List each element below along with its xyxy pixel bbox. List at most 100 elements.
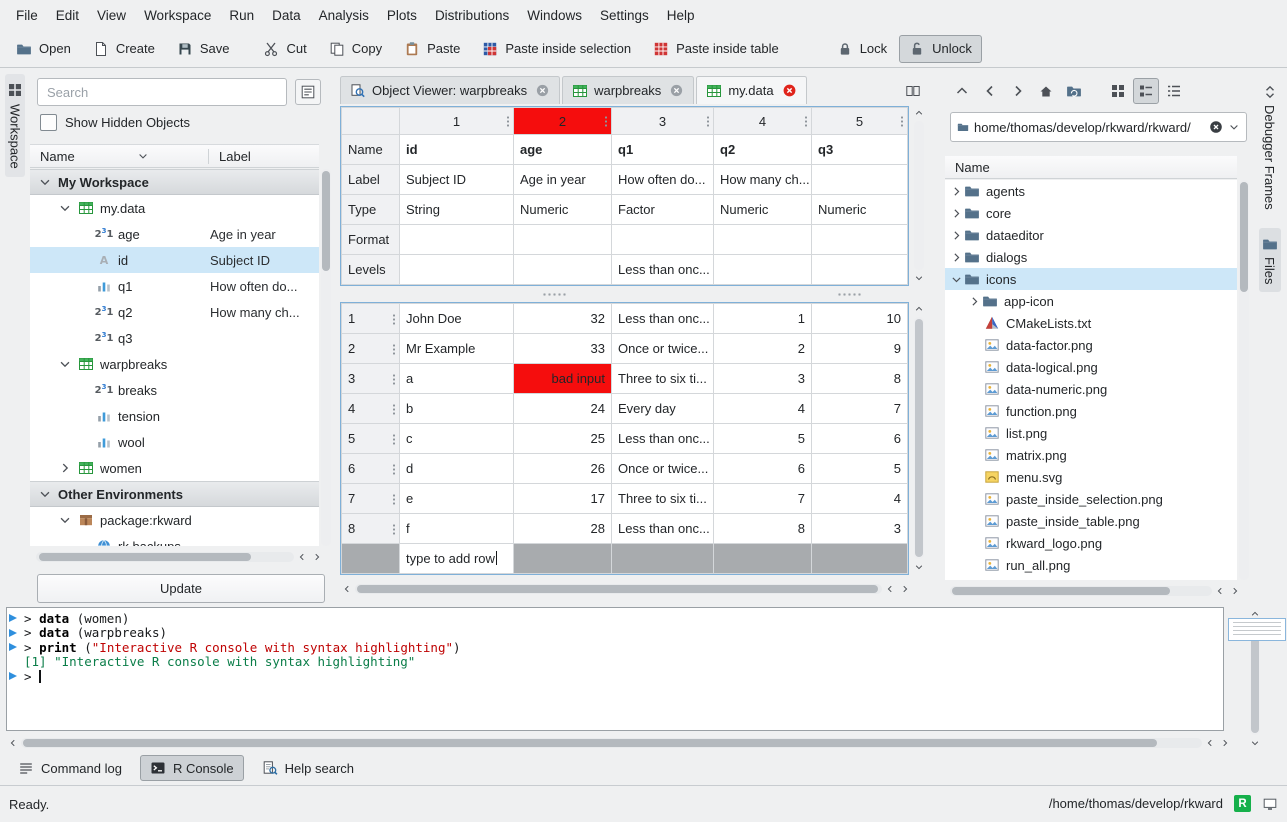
meta-cell[interactable] <box>812 165 908 195</box>
metadata-vscrollbar[interactable] <box>912 106 926 285</box>
console-line[interactable]: > <box>9 669 1221 684</box>
files-hscrollbar[interactable] <box>950 584 1242 598</box>
data-cell[interactable]: Less than onc... <box>612 514 714 544</box>
workspace-item-q3[interactable]: 231q3 <box>30 325 319 351</box>
column-header-3[interactable]: 3 <box>612 108 714 135</box>
copy-button[interactable]: Copy <box>319 35 392 63</box>
scroll-left-button[interactable] <box>1203 736 1217 750</box>
workspace-item-wool[interactable]: wool <box>30 429 319 455</box>
create-button[interactable]: Create <box>83 35 165 63</box>
show-hidden-checkbox[interactable] <box>40 114 57 131</box>
chevron-down-icon[interactable] <box>38 487 52 501</box>
workspace-item-breaks[interactable]: 231breaks <box>30 377 319 403</box>
data-cell[interactable]: 33 <box>514 334 612 364</box>
scroll-right-button[interactable] <box>310 550 324 564</box>
meta-cell[interactable] <box>812 255 908 285</box>
clear-path-icon[interactable] <box>1209 120 1223 134</box>
column-grip-icon[interactable] <box>706 116 710 127</box>
data-cell[interactable]: 4 <box>714 394 812 424</box>
data-cell[interactable]: f <box>400 514 514 544</box>
meta-cell[interactable]: q3 <box>812 135 908 165</box>
row-grip-icon[interactable] <box>392 313 396 324</box>
help-search-button[interactable]: Help search <box>252 755 364 781</box>
data-cell[interactable]: Less than onc... <box>612 304 714 334</box>
workspace-section-my-workspace[interactable]: My Workspace <box>30 169 319 195</box>
data-cell[interactable]: Less than onc... <box>612 424 714 454</box>
workspace-item-q1[interactable]: q1How often do... <box>30 273 319 299</box>
row-header-5[interactable]: 5 <box>342 424 400 454</box>
console-line[interactable]: > data (women) <box>9 611 1221 626</box>
file-item-agents[interactable]: agents <box>945 180 1237 202</box>
file-item-menu-svg[interactable]: menu.svg <box>945 466 1237 488</box>
scroll-left-button[interactable] <box>6 736 20 750</box>
column-header-1[interactable]: 1 <box>400 108 514 135</box>
data-cell[interactable]: c <box>400 424 514 454</box>
row-header-4[interactable]: 4 <box>342 394 400 424</box>
meta-cell[interactable]: Age in year <box>514 165 612 195</box>
data-cell[interactable]: d <box>400 454 514 484</box>
meta-cell[interactable]: Numeric <box>714 195 812 225</box>
meta-cell[interactable]: String <box>400 195 514 225</box>
collapse-button[interactable] <box>949 78 975 104</box>
workspace-item-q2[interactable]: 231q2How many ch... <box>30 299 319 325</box>
splitter-handle[interactable] <box>542 292 568 297</box>
column-grip-icon[interactable] <box>506 116 510 127</box>
data-cell[interactable]: Once or twice... <box>612 334 714 364</box>
file-item-matrix-png[interactable]: matrix.png <box>945 444 1237 466</box>
close-tab-icon[interactable] <box>669 83 684 98</box>
data-cell[interactable]: 28 <box>514 514 612 544</box>
chevron-down-icon[interactable] <box>950 273 963 286</box>
menu-plots[interactable]: Plots <box>379 4 425 27</box>
data-cell[interactable]: Three to six ti... <box>612 364 714 394</box>
meta-cell[interactable] <box>514 225 612 255</box>
data-cell[interactable]: 2 <box>714 334 812 364</box>
data-cell[interactable]: 26 <box>514 454 612 484</box>
data-cell[interactable]: 7 <box>714 484 812 514</box>
file-item-data-logical-png[interactable]: data-logical.png <box>945 356 1237 378</box>
data-cell[interactable]: a <box>400 364 514 394</box>
file-item-rkward-logo-png[interactable]: rkward_logo.png <box>945 532 1237 554</box>
meta-cell[interactable]: Factor <box>612 195 714 225</box>
menu-view[interactable]: View <box>89 4 134 27</box>
detail-view-button[interactable] <box>1161 78 1187 104</box>
row-header-1[interactable]: 1 <box>342 304 400 334</box>
data-cell[interactable]: John Doe <box>400 304 514 334</box>
file-item-core[interactable]: core <box>945 202 1237 224</box>
meta-cell[interactable] <box>612 225 714 255</box>
meta-cell[interactable]: Less than onc... <box>612 255 714 285</box>
dock-tab-debugger-frames[interactable]: Debugger Frames <box>1259 76 1281 218</box>
meta-cell[interactable] <box>812 225 908 255</box>
console-line[interactable]: [1] "Interactive R console with syntax h… <box>9 655 1221 670</box>
row-grip-icon[interactable] <box>392 373 396 384</box>
data-cell[interactable]: Three to six ti... <box>612 484 714 514</box>
data-cell[interactable]: 4 <box>812 484 908 514</box>
menu-help[interactable]: Help <box>659 4 703 27</box>
scrollbar-track[interactable] <box>914 121 924 270</box>
workspace-item-id[interactable]: AidSubject ID <box>30 247 319 273</box>
column-grip-icon[interactable] <box>900 116 904 127</box>
row-grip-icon[interactable] <box>392 523 396 534</box>
scroll-left-button[interactable] <box>1213 584 1227 598</box>
chevron-down-icon[interactable] <box>58 357 72 371</box>
home-button[interactable] <box>1033 78 1059 104</box>
file-item-run-all-png[interactable]: run_all.png <box>945 554 1237 576</box>
chevron-right-icon[interactable] <box>950 185 963 198</box>
data-cell[interactable]: 9 <box>812 334 908 364</box>
files-vscrollbar[interactable] <box>1239 180 1249 580</box>
scrollbar-thumb[interactable] <box>357 585 878 593</box>
data-cell[interactable]: 3 <box>812 514 908 544</box>
data-cell[interactable]: Every day <box>612 394 714 424</box>
console-line[interactable]: > data (warpbreaks) <box>9 626 1221 641</box>
meta-cell[interactable]: How often do... <box>612 165 714 195</box>
scrollbar-thumb[interactable] <box>915 319 923 557</box>
data-cell[interactable]: e <box>400 484 514 514</box>
scroll-down-button[interactable] <box>912 271 926 285</box>
meta-cell[interactable]: Subject ID <box>400 165 514 195</box>
meta-cell[interactable] <box>714 255 812 285</box>
file-item-app-icon[interactable]: app-icon <box>945 290 1237 312</box>
menu-file[interactable]: File <box>8 4 46 27</box>
file-item-cmakelists-txt[interactable]: CMakeLists.txt <box>945 312 1237 334</box>
scrollbar-thumb[interactable] <box>952 587 1170 595</box>
scrollbar-track[interactable] <box>914 317 924 559</box>
data-cell[interactable]: 24 <box>514 394 612 424</box>
